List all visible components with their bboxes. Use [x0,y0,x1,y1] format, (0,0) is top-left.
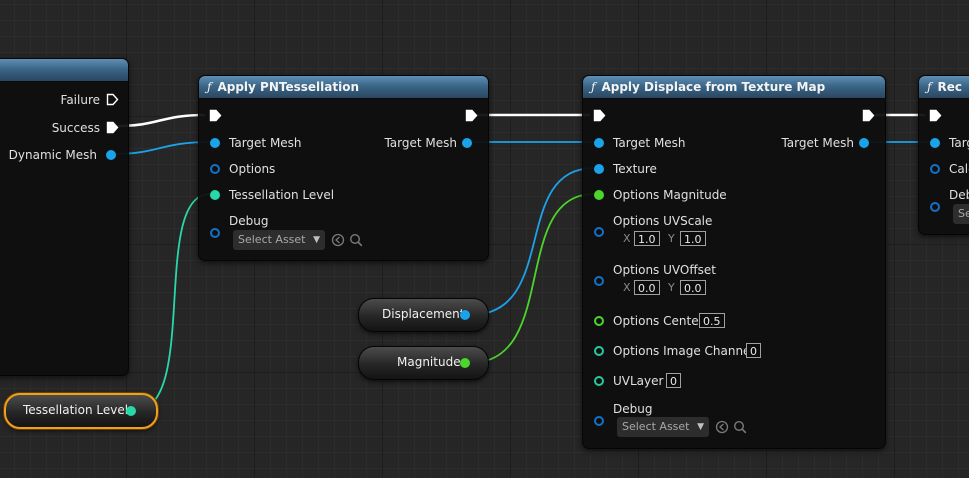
browse-to-asset-icon[interactable] [715,420,729,434]
magnitude-variable-node[interactable]: Magnitude [358,346,489,380]
find-asset-search-icon[interactable] [349,233,363,247]
apply-displace-texture-title: Apply Displace from Texture Map [601,80,826,94]
apply-displace-texture-node[interactable]: ƒ Apply Displace from Texture Map Target… [582,75,886,449]
debug-input-label: Deb [949,188,969,202]
debug-input-pin[interactable] [930,202,940,212]
tessellation-level-output-pin[interactable] [126,406,136,416]
magnitude-variable-label: Magnitude [397,355,461,369]
exec-wire-success-to-pntessellation [115,113,206,128]
uvlayer-input-pin[interactable] [594,376,604,386]
exec-input-pin-icon[interactable] [593,109,606,122]
options-image-channel-input-pin[interactable] [594,346,604,356]
success-exec-pin-icon[interactable] [106,121,119,134]
uvlayer-field[interactable]: 0 [666,373,681,388]
success-pin-label: Success [51,121,100,135]
exec-output-pin-icon[interactable] [862,109,875,122]
options-input-pin[interactable] [210,164,220,174]
debug-asset-dropdown-text: Select Asset [622,420,690,433]
browse-to-asset-icon[interactable] [331,233,345,247]
target-mesh-output-label: Target Mesh [781,136,854,150]
uvscale-y-label: Y [668,232,675,245]
displacement-output-pin[interactable] [460,310,470,320]
dynamic-mesh-output-pin[interactable] [106,150,116,160]
apply-pntessellation-header[interactable]: ƒ Apply PNTessellation [199,76,488,99]
calc-input-pin[interactable] [930,164,940,174]
options-uvscale-input-pin[interactable] [594,227,604,237]
texture-input-label: Texture [613,162,657,176]
debug-asset-dropdown-text: Select Asset [238,233,306,246]
options-center-input-pin[interactable] [594,316,604,326]
displacement-variable-node[interactable]: Displacement [358,298,489,332]
debug-input-pin[interactable] [594,416,604,426]
tessellation-level-input-label: Tessellation Level [229,188,335,202]
magnitude-output-pin[interactable] [460,358,470,368]
debug-asset-dropdown[interactable]: Select Asset ▼ [233,230,325,250]
options-uvscale-input-label: Options UVScale [613,214,713,228]
failure-exec-pin-icon[interactable] [106,93,119,106]
function-icon: ƒ [207,80,212,94]
options-uvoffset-input-label: Options UVOffset [613,263,716,277]
options-image-channel-field[interactable]: 0 [746,343,761,358]
target-mesh-output-pin[interactable] [859,138,869,148]
texture-input-pin[interactable] [594,164,604,174]
debug-input-label: Debug [613,402,653,416]
recompute-node-title: Rec [937,80,962,94]
debug-asset-dropdown-text: Se [958,207,969,220]
failure-pin-label: Failure [60,93,100,107]
exec-output-pin-icon[interactable] [465,109,478,122]
calc-input-label: Calc [949,162,969,176]
uvoffset-x-label: X [623,281,631,294]
target-mesh-output-pin[interactable] [462,138,472,148]
chevron-down-icon: ▼ [313,235,320,245]
options-center-field[interactable]: 0.5 [699,313,725,328]
target-mesh-input-label: Targ [949,136,969,150]
chevron-down-icon: ▼ [697,422,704,432]
left-node-header[interactable] [0,59,128,82]
debug-asset-dropdown[interactable]: Select Asset ▼ [617,417,709,437]
uvoffset-x-field[interactable]: 0.0 [634,280,660,295]
target-mesh-input-pin[interactable] [210,138,220,148]
function-icon: ƒ [927,80,932,94]
uvoffset-y-label: Y [668,281,675,294]
debug-input-label: Debug [229,214,269,228]
tessellation-level-variable-node[interactable]: Tessellation Level [4,393,158,429]
uvscale-y-field[interactable]: 1.0 [680,231,706,246]
tessellation-level-variable-label: Tessellation Level [23,403,129,417]
exec-input-pin-icon[interactable] [209,109,222,122]
find-asset-search-icon[interactable] [733,420,747,434]
function-icon: ƒ [591,80,596,94]
apply-pntessellation-title: Apply PNTessellation [217,80,359,94]
options-input-label: Options [229,162,276,176]
apply-pntessellation-node[interactable]: ƒ Apply PNTessellation Target Mesh Targe… [198,75,489,261]
exec-input-pin-icon[interactable] [929,109,942,122]
uvscale-x-field[interactable]: 1.0 [634,231,660,246]
options-uvoffset-input-pin[interactable] [594,276,604,286]
debug-asset-dropdown[interactable]: Se [953,204,969,224]
tessellation-level-input-pin[interactable] [210,190,220,200]
apply-displace-texture-header[interactable]: ƒ Apply Displace from Texture Map [583,76,885,99]
target-mesh-input-label: Target Mesh [229,136,302,150]
target-mesh-input-label: Target Mesh [613,136,686,150]
options-magnitude-input-label: Options Magnitude [613,188,727,202]
options-magnitude-input-pin[interactable] [594,190,604,200]
target-mesh-output-label: Target Mesh [384,136,457,150]
dynamic-mesh-pin-label: Dynamic Mesh [8,148,97,162]
displacement-variable-label: Displacement [382,307,465,321]
uvoffset-y-field[interactable]: 0.0 [680,280,706,295]
target-mesh-input-pin[interactable] [930,138,940,148]
debug-input-pin[interactable] [210,228,220,238]
uvlayer-input-label: UVLayer [613,374,664,388]
recompute-node-header[interactable]: ƒ Rec [919,76,969,99]
options-center-input-label: Options Center [613,314,704,328]
left-node[interactable]: Failure Success Dynamic Mesh [0,58,129,376]
target-mesh-input-pin[interactable] [594,138,604,148]
options-image-channel-input-label: Options Image Channel [613,344,754,358]
recompute-node-partial[interactable]: ƒ Rec Targ Calc Deb Se [918,75,969,235]
uvscale-x-label: X [623,232,631,245]
